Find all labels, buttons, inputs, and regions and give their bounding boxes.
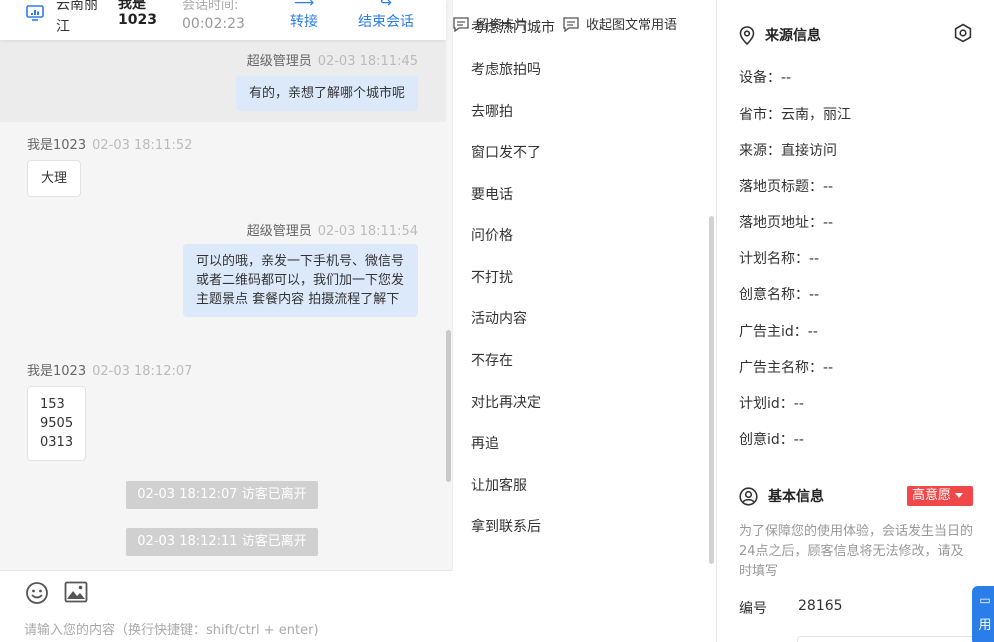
exit-icon: ↪ <box>380 0 392 11</box>
caret-down-icon <box>955 493 964 498</box>
image-icon[interactable] <box>64 581 88 603</box>
number-label: 编号 <box>739 601 767 617</box>
message-input[interactable] <box>24 623 444 638</box>
quick-reply-item[interactable]: 再追 <box>471 433 499 453</box>
info-creative-name: 创意名称：-- <box>739 287 820 303</box>
intent-label: 高意愿 <box>912 488 952 503</box>
quick-reply-item[interactable]: 考虑旅拍吗 <box>471 59 541 79</box>
quick-reply-panel: 考虑热门城市 考虑旅拍吗 去哪拍 窗口发不了 要电话 问价格 不打扰 活动内容 … <box>452 0 716 570</box>
quick-reply-item[interactable]: 活动内容 <box>471 308 527 328</box>
quick-reply-item[interactable]: 不存在 <box>471 350 513 370</box>
message-time: 02-03 18:11:52 <box>92 138 193 153</box>
visitor-region: 云南丽江 <box>56 0 98 35</box>
collapse-phrases-button[interactable]: 收起图文常用语 <box>562 14 677 33</box>
quick-reply-item[interactable]: 要电话 <box>471 184 513 204</box>
card-icon <box>453 16 469 32</box>
source-info-header: 来源信息 <box>739 25 821 45</box>
quick-reply-item[interactable]: 拿到联系后 <box>471 516 541 536</box>
quick-reply-item[interactable]: 不打扰 <box>471 267 513 287</box>
phrase-icon <box>563 16 579 32</box>
location-pin-icon <box>739 25 755 45</box>
sender-name: 超级管理员 <box>246 224 312 239</box>
sender-name: 超级管理员 <box>246 54 312 69</box>
system-notice: 02-03 18:12:11 访客已离开 <box>126 528 318 556</box>
info-advertiser-name: 广告主名称：-- <box>739 360 834 376</box>
transfer-label: 转接 <box>290 14 318 30</box>
transfer-icon: ⟶ <box>293 0 315 11</box>
chat-icon: ▭ <box>979 593 991 607</box>
visitor-name: 我是1023 <box>118 0 157 28</box>
lead-card-label: 留资卡片 <box>476 18 529 33</box>
quick-reply-item[interactable]: 问价格 <box>471 225 513 245</box>
info-advertiser-id: 广告主id：-- <box>739 324 818 340</box>
session-time-value: 00:02:23 <box>182 16 245 32</box>
lead-card-button[interactable]: 留资卡片 <box>452 14 528 33</box>
message-time: 02-03 18:11:54 <box>317 224 418 239</box>
message-time: 02-03 18:12:07 <box>92 364 193 379</box>
visitor-message-bubble: 大理 <box>27 160 82 197</box>
info-source: 来源：直接访问 <box>739 143 837 159</box>
number-value: 28165 <box>798 598 843 614</box>
sender-name: 我是1023 <box>27 138 87 153</box>
quick-reply-item[interactable]: 去哪拍 <box>471 101 513 121</box>
sender-name: 我是1023 <box>27 364 87 379</box>
visitor-info-panel: 来源信息 设备：-- 省市：云南，丽江 来源：直接访问 落地页标题：-- 落地页… <box>716 0 994 642</box>
emoji-icon[interactable] <box>25 581 49 605</box>
user-circle-icon <box>739 486 758 506</box>
collapse-phrases-label: 收起图文常用语 <box>586 18 678 33</box>
info-province: 省市：云南，丽江 <box>739 107 851 123</box>
chat-header: 云南丽江 我是1023 会话时间: 00:02:23 ⟶ 转接 ↪ 结束会话 <box>0 0 446 40</box>
edit-notice: 为了保障您的使用体验，会话发生当日的24点之后，顾客信息将无法修改，请及时填写 <box>739 524 974 579</box>
chat-workspace: 云南丽江 我是1023 会话时间: 00:02:23 ⟶ 转接 ↪ 结束会话 超… <box>0 0 994 642</box>
quick-reply-scrollbar[interactable] <box>709 216 714 564</box>
end-session-button[interactable]: ↪ 结束会话 <box>358 0 414 32</box>
agent-message-bubble: 可以的哦，亲发一下手机号、微信号或者二维码都可以，我们加一下您发主题景点 套餐内… <box>183 244 418 317</box>
basic-info-header: 基本信息 <box>739 486 824 506</box>
monitor-icon <box>26 5 44 21</box>
message-list[interactable]: 超级管理员 02-03 18:11:45 有的，亲想了解哪个城市呢 我是1023 0… <box>0 40 446 570</box>
source-info-title: 来源信息 <box>765 28 821 44</box>
basic-info-title: 基本信息 <box>768 489 824 505</box>
message-meta: 超级管理员 02-03 18:11:54 <box>247 220 418 239</box>
message-composer <box>0 570 452 642</box>
system-notice: 02-03 18:12:07 访客已离开 <box>126 481 318 509</box>
message-time: 02-03 18:11:45 <box>317 54 418 69</box>
info-plan-name: 计划名称：-- <box>739 251 820 267</box>
session-time-label: 会话时间: <box>182 0 239 13</box>
transfer-button[interactable]: ⟶ 转接 <box>290 0 318 32</box>
info-landing-url: 落地页地址：-- <box>739 215 834 231</box>
info-creative-id: 创意id：-- <box>739 432 804 448</box>
intent-dropdown[interactable]: 高意愿 <box>907 486 973 506</box>
settings-icon[interactable] <box>953 23 973 43</box>
message-meta: 超级管理员 02-03 18:11:45 <box>247 50 418 69</box>
quick-reply-item[interactable]: 让加客服 <box>471 475 527 495</box>
info-input-field[interactable] <box>797 636 977 642</box>
quick-reply-item[interactable]: 对比再决定 <box>471 392 541 412</box>
agent-message-bubble: 有的，亲想了解哪个城市呢 <box>235 76 418 111</box>
floating-service-label: 用 <box>978 618 992 633</box>
message-meta: 我是1023 02-03 18:12:07 <box>27 360 192 379</box>
info-plan-id: 计划id：-- <box>739 396 804 412</box>
quick-reply-item[interactable]: 窗口发不了 <box>471 142 541 162</box>
message-scrollbar[interactable] <box>446 330 451 482</box>
message-meta: 我是1023 02-03 18:11:52 <box>27 134 192 153</box>
floating-service-button[interactable]: ▭ 用 <box>972 586 994 642</box>
end-session-label: 结束会话 <box>358 14 414 30</box>
visitor-message-bubble: 153 9505 0313 <box>27 386 86 461</box>
chat-panel: 云南丽江 我是1023 会话时间: 00:02:23 ⟶ 转接 ↪ 结束会话 超… <box>0 0 452 642</box>
info-device: 设备：-- <box>739 70 792 86</box>
info-landing-title: 落地页标题：-- <box>739 179 834 195</box>
